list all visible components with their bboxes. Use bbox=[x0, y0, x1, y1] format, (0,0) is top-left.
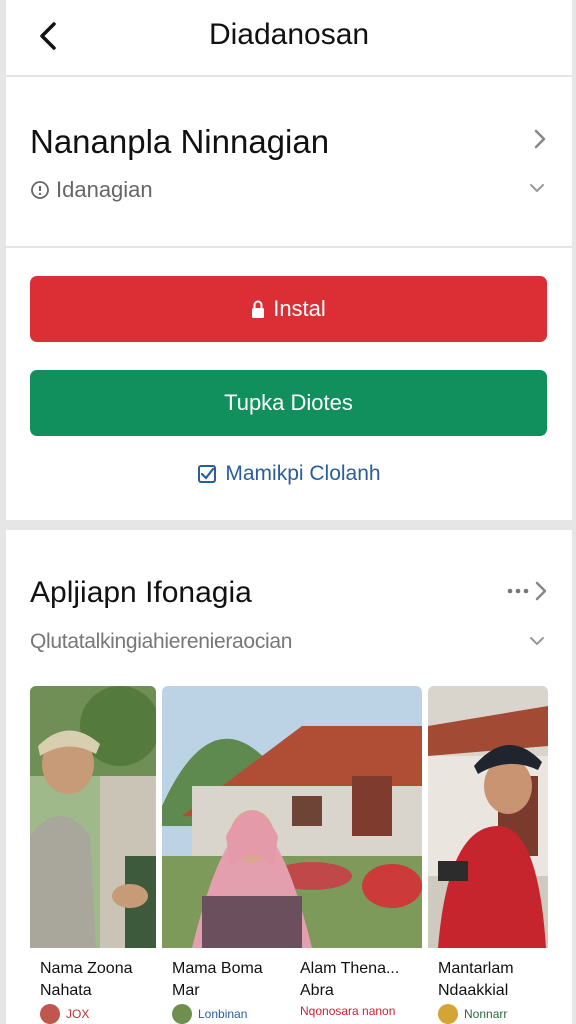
install-label: Instal bbox=[273, 296, 326, 321]
screenshots-section: Apljiapn Ifonagia Qlutatalkingiahierenie… bbox=[6, 530, 572, 1024]
section-subtitle: Qlutatalkingiahierenieraocian bbox=[30, 630, 293, 653]
avatar bbox=[40, 1004, 60, 1024]
secondary-link-label: Mamikpi Clolanh bbox=[225, 462, 381, 485]
screenshot-title: Nama Zoona Nahata bbox=[40, 960, 133, 999]
app-subtitle: Idanagian bbox=[56, 177, 153, 202]
screenshot-meta-2: Nqonosara nanon bbox=[300, 1004, 396, 1018]
screenshot-card[interactable]: Mama Boma Mar Lonbinan Alam Thena... Abr… bbox=[162, 686, 422, 1024]
screenshot-carousel[interactable]: Nama Zoona Nahata JOX Mama Boma Mar Lonb… bbox=[30, 686, 548, 1024]
chevron-right-icon[interactable] bbox=[532, 127, 548, 151]
secondary-link[interactable]: Mamikpi Clolanh bbox=[6, 462, 572, 486]
chevron-down-icon[interactable] bbox=[528, 181, 546, 195]
screenshot-meta: Lonbinan bbox=[172, 1004, 247, 1024]
section-more[interactable] bbox=[506, 580, 548, 602]
checkbox-icon bbox=[198, 465, 217, 483]
avatar bbox=[172, 1004, 192, 1024]
screenshot-image bbox=[30, 686, 156, 948]
screenshot-title-2: Alam Thena... Abra bbox=[300, 960, 400, 999]
more-icon bbox=[507, 588, 529, 594]
section-title: Apljiapn Ifonagia bbox=[30, 576, 252, 609]
screenshot-title: Mama Boma Mar bbox=[172, 960, 263, 999]
app-subtitle-row: Idanagian bbox=[30, 177, 153, 203]
install-button[interactable]: Instal bbox=[30, 276, 547, 342]
open-button[interactable]: Tupka Diotes bbox=[30, 370, 547, 436]
app-header: Nananpla Ninnagian Idanagian bbox=[6, 77, 572, 247]
avatar bbox=[438, 1004, 458, 1024]
screenshot-image bbox=[428, 686, 548, 948]
chevron-down-icon[interactable] bbox=[528, 634, 546, 648]
page-title: Diadanosan bbox=[208, 18, 370, 51]
lock-icon bbox=[252, 300, 265, 318]
screenshot-image bbox=[162, 686, 422, 948]
info-icon bbox=[31, 181, 49, 199]
open-label: Tupka Diotes bbox=[224, 390, 353, 415]
app-name: Nananpla Ninnagian bbox=[30, 123, 330, 160]
chevron-right-icon bbox=[535, 581, 547, 601]
screenshot-meta: Nonnarr bbox=[438, 1004, 507, 1024]
screenshot-title: Mantarlam Ndaakkial bbox=[438, 960, 514, 999]
screenshot-meta: JOX bbox=[40, 1004, 89, 1024]
action-panel: Instal Tupka Diotes Mamikpi Clolanh bbox=[6, 248, 572, 520]
screenshot-card[interactable]: Mantarlam Ndaakkial Nonnarr bbox=[428, 686, 548, 1024]
screenshot-card[interactable]: Nama Zoona Nahata JOX bbox=[30, 686, 156, 1024]
top-bar: Diadanosan bbox=[6, 0, 572, 76]
